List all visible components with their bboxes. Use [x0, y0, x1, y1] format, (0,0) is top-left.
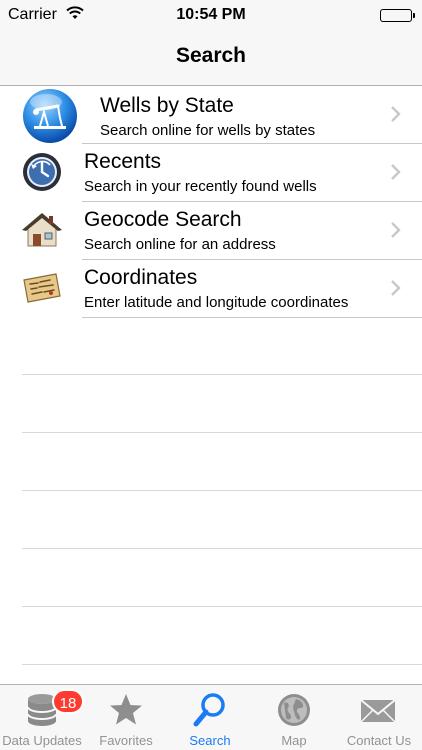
clock: 10:54 PM — [176, 6, 246, 23]
battery-icon — [380, 9, 415, 22]
row-title: Geocode Search — [84, 208, 242, 231]
tab-search[interactable]: Search — [168, 685, 252, 750]
tab-label: Data Updates — [2, 733, 82, 748]
notification-badge: 18 — [52, 689, 84, 714]
tab-label: Favorites — [99, 733, 153, 748]
row-title: Coordinates — [84, 266, 198, 289]
history-clock-icon — [20, 150, 64, 194]
row-wells-by-state[interactable]: Wells by State Search online for wells b… — [0, 86, 422, 144]
tab-contact-us[interactable]: Contact Us — [336, 685, 422, 750]
envelope-icon — [358, 691, 398, 729]
row-subtitle: Enter latitude and longitude coordinates — [84, 294, 349, 311]
page-title: Search — [175, 44, 247, 67]
tab-label: Map — [281, 733, 307, 748]
tab-label: Contact Us — [346, 733, 412, 748]
tab-map[interactable]: Map — [252, 685, 336, 750]
row-geocode-search[interactable]: Geocode Search Search online for an addr… — [0, 202, 422, 260]
empty-row-separator — [22, 548, 422, 549]
tab-bar: 18 Data Updates Favorites Search Map Con… — [0, 684, 422, 750]
magnifier-icon — [190, 691, 230, 729]
row-recents[interactable]: Recents Search in your recently found we… — [0, 144, 422, 202]
house-icon — [20, 208, 64, 252]
navigation-bar: Search — [0, 30, 422, 86]
empty-row-separator — [22, 490, 422, 491]
row-separator — [82, 317, 422, 318]
globe-icon — [274, 691, 314, 729]
empty-row-separator — [22, 374, 422, 375]
search-options-list: Wells by State Search online for wells b… — [0, 86, 422, 318]
oil-pump-icon — [22, 88, 78, 144]
empty-row-separator — [22, 606, 422, 607]
star-icon — [106, 691, 146, 729]
row-subtitle: Search in your recently found wells — [84, 178, 317, 195]
row-subtitle: Search online for wells by states — [100, 122, 316, 139]
chevron-right-icon — [390, 222, 402, 238]
tab-data-updates[interactable]: 18 Data Updates — [0, 685, 84, 750]
chevron-right-icon — [390, 106, 402, 122]
chevron-right-icon — [390, 164, 402, 180]
tab-label: Search — [189, 733, 231, 748]
empty-row-separator — [22, 432, 422, 433]
row-title: Recents — [84, 150, 162, 173]
row-subtitle: Search online for an address — [84, 236, 276, 253]
chevron-right-icon — [390, 280, 402, 296]
empty-row-separator — [22, 664, 422, 665]
map-note-icon — [20, 266, 64, 310]
status-bar: Carrier 10:54 PM — [0, 0, 422, 30]
tab-favorites[interactable]: Favorites — [84, 685, 168, 750]
row-coordinates[interactable]: Coordinates Enter latitude and longitude… — [0, 260, 422, 318]
row-title: Wells by State — [100, 94, 234, 117]
